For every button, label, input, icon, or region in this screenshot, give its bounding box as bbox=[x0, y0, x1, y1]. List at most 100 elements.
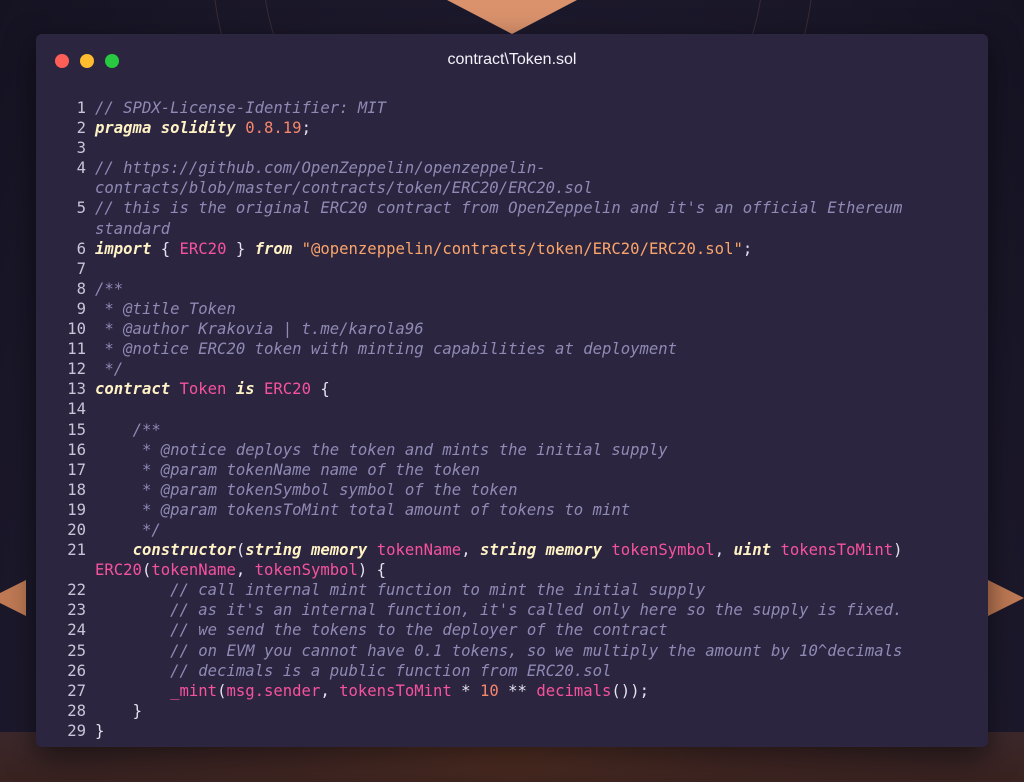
code-line: 4 // https://github.com/OpenZeppelin/open… bbox=[36, 158, 988, 198]
code-line: 13 contract Token is ERC20 { bbox=[36, 379, 988, 399]
code-line: 3 bbox=[36, 138, 988, 158]
code-line: 1 // SPDX-License-Identifier: MIT bbox=[36, 98, 988, 118]
code-token: * @notice deploys the token and mints th… bbox=[95, 440, 668, 459]
line-number: 12 bbox=[67, 360, 86, 379]
code-line: 17 * @param tokenName name of the token bbox=[36, 460, 988, 480]
line-number: 23 bbox=[67, 601, 86, 620]
code-text: // https://github.com/OpenZeppelin/openz… bbox=[86, 158, 951, 198]
line-number: 7 bbox=[76, 259, 86, 278]
code-token: , bbox=[714, 541, 734, 560]
code-text: import { ERC20 } from "@openzeppelin/con… bbox=[86, 239, 951, 259]
code-text: } bbox=[86, 721, 951, 741]
code-line: 20 */ bbox=[36, 520, 988, 540]
code-token: ERC20 bbox=[95, 561, 142, 580]
code-token: , bbox=[461, 541, 480, 560]
code-line: 7 bbox=[36, 259, 988, 279]
code-text: */ bbox=[86, 359, 951, 379]
line-number: 19 bbox=[67, 500, 86, 519]
code-text: */ bbox=[86, 520, 951, 540]
line-number: 11 bbox=[67, 340, 86, 359]
line-number: 1 bbox=[76, 99, 86, 117]
code-token: , bbox=[320, 681, 340, 700]
code-token: tokensToMint bbox=[339, 681, 452, 700]
code-line: 28 } bbox=[36, 701, 988, 721]
line-number: 20 bbox=[67, 520, 86, 539]
code-line: 25 // on EVM you cannot have 0.1 tokens,… bbox=[36, 641, 988, 661]
code-token: * @param tokenName name of the token bbox=[95, 460, 480, 479]
code-token: uint bbox=[733, 541, 772, 560]
code-line: 27 _mint(msg.sender, tokensToMint * 10 *… bbox=[36, 681, 988, 701]
line-number: 2 bbox=[76, 119, 86, 138]
code-token: , bbox=[235, 561, 255, 580]
code-token: ()); bbox=[611, 681, 649, 700]
code-token: // call internal mint function to mint t… bbox=[95, 581, 706, 600]
code-token: import bbox=[95, 239, 152, 258]
code-line: 22 // call internal mint function to min… bbox=[36, 580, 988, 600]
code-line: 12 */ bbox=[36, 359, 988, 379]
code-token: tokensToMint bbox=[780, 541, 894, 560]
code-token: /** bbox=[95, 279, 124, 298]
code-token: tokenName bbox=[376, 541, 462, 560]
code-line: 15 /** bbox=[36, 420, 988, 440]
line-number: 9 bbox=[76, 299, 86, 318]
code-text: // this is the original ERC20 contract f… bbox=[86, 198, 951, 238]
code-token: * @param tokenSymbol symbol of the token bbox=[95, 480, 518, 499]
code-line: 5 // this is the original ERC20 contract … bbox=[36, 198, 988, 238]
code-text: // decimals is a public function from ER… bbox=[86, 661, 951, 681]
line-number: 18 bbox=[67, 480, 86, 499]
code-line: 23 // as it's an internal function, it's… bbox=[36, 600, 988, 620]
code-token: ** bbox=[498, 681, 537, 700]
code-token: string memory bbox=[245, 541, 368, 560]
code-token: ERC20 bbox=[179, 239, 227, 258]
line-number: 3 bbox=[76, 139, 86, 158]
code-token: from bbox=[254, 239, 293, 258]
code-line: 14 bbox=[36, 399, 988, 419]
code-line: 24 // we send the tokens to the deployer… bbox=[36, 620, 988, 640]
code-line: 10 * @author Krakovia | t.me/karola96 bbox=[36, 319, 988, 339]
code-token: // as it's an internal function, it's ca… bbox=[95, 601, 903, 620]
code-text: // as it's an internal function, it's ca… bbox=[86, 600, 951, 620]
line-number: 27 bbox=[67, 681, 86, 700]
line-number: 15 bbox=[67, 420, 86, 439]
code-editor[interactable]: 1// SPDX-License-Identifier: MIT 2 pragma … bbox=[36, 98, 988, 741]
code-token: tokenSymbol bbox=[611, 541, 715, 560]
code-text: contract Token is ERC20 { bbox=[86, 379, 951, 399]
code-token: ( bbox=[141, 561, 152, 580]
line-number: 29 bbox=[67, 721, 86, 740]
code-text: _mint(msg.sender, tokensToMint * 10 ** d… bbox=[86, 681, 951, 701]
line-number: 25 bbox=[67, 641, 86, 660]
code-text: * @author Krakovia | t.me/karola96 bbox=[86, 319, 951, 339]
code-text: * @notice ERC20 token with minting capab… bbox=[86, 339, 951, 359]
code-token: * bbox=[451, 681, 480, 700]
code-token: ) bbox=[893, 541, 903, 560]
code-token: ) { bbox=[357, 561, 387, 580]
code-token: */ bbox=[95, 360, 124, 379]
code-token: is bbox=[235, 380, 255, 399]
code-token: * @notice ERC20 token with minting capab… bbox=[95, 340, 678, 359]
code-line: 8 /** bbox=[36, 279, 988, 299]
code-text: pragma solidity 0.8.19; bbox=[86, 118, 951, 138]
line-number: 4 bbox=[76, 159, 86, 178]
code-token: // we send the tokens to the deployer of… bbox=[95, 621, 668, 640]
code-text: * @notice deploys the token and mints th… bbox=[86, 440, 951, 460]
code-token: // on EVM you cannot have 0.1 tokens, so… bbox=[95, 641, 903, 660]
code-token: tokenSymbol bbox=[254, 561, 358, 580]
code-line: 18 * @param tokenSymbol symbol of the to… bbox=[36, 480, 988, 500]
code-text: /** bbox=[86, 279, 951, 299]
code-token: // decimals is a public function from ER… bbox=[95, 661, 612, 680]
code-token: Token bbox=[179, 380, 227, 399]
code-token: _mint bbox=[170, 681, 218, 700]
code-text: // we send the tokens to the deployer of… bbox=[86, 620, 951, 640]
window-title: contract\Token.sol bbox=[447, 51, 577, 68]
code-token: ERC20 bbox=[264, 380, 311, 399]
code-text: * @param tokensToMint total amount of to… bbox=[86, 500, 951, 520]
code-token: * @author Krakovia | t.me/karola96 bbox=[95, 320, 424, 339]
